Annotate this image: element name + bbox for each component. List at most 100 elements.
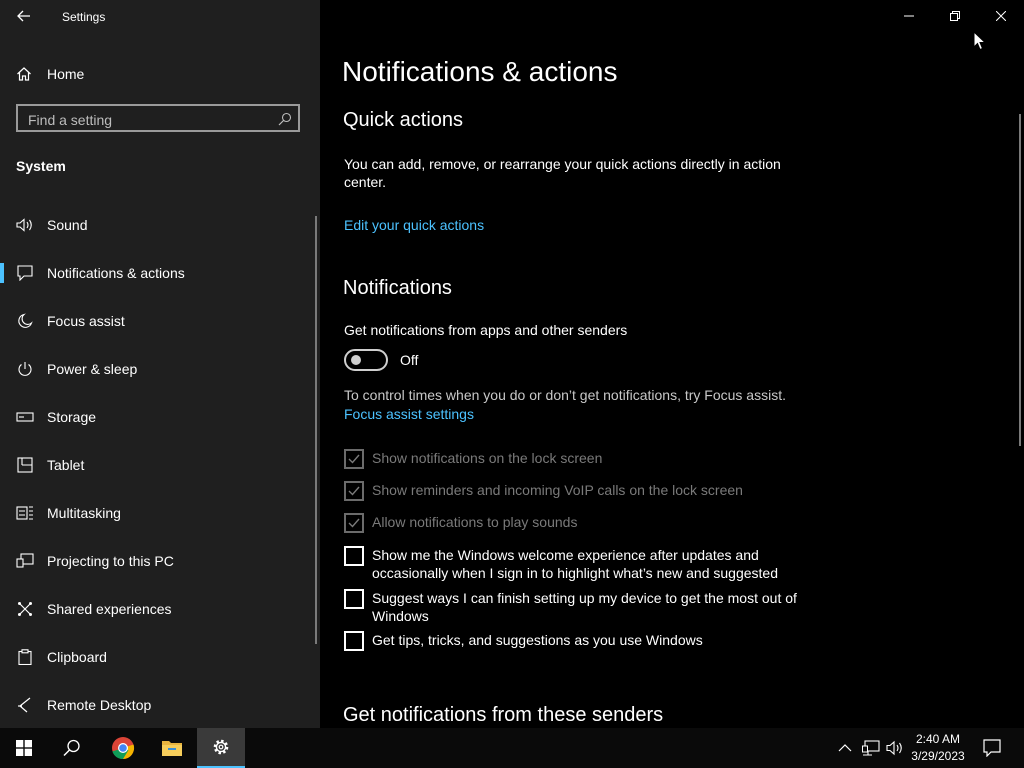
edit-quick-actions-link[interactable]: Edit your quick actions xyxy=(344,217,484,233)
network-icon xyxy=(862,740,880,756)
moon-icon xyxy=(16,313,34,329)
taskbar-clock[interactable]: 2:40 AM 3/29/2023 xyxy=(904,731,972,765)
minimize-icon xyxy=(904,15,914,17)
checkbox[interactable] xyxy=(344,631,364,651)
network-button[interactable] xyxy=(862,740,880,761)
sidebar-item-storage[interactable]: Storage xyxy=(0,397,316,437)
focus-assist-text: To control times when you do or don’t ge… xyxy=(344,387,786,403)
checkbox[interactable] xyxy=(344,546,364,566)
sidebar-item-label: Power & sleep xyxy=(47,361,138,377)
speaker-icon xyxy=(16,217,34,233)
main-content: Notifications & actions Quick actions Yo… xyxy=(320,0,1024,728)
windows-start-icon xyxy=(16,740,32,756)
toggle-knob xyxy=(351,355,361,365)
notifications-toggle[interactable] xyxy=(344,349,388,371)
sidebar-item-label: Projecting to this PC xyxy=(47,553,174,569)
checkmark-icon xyxy=(348,518,360,528)
restore-icon xyxy=(950,11,960,21)
sidebar-item-focus-assist[interactable]: Focus assist xyxy=(0,301,316,341)
checkbox-label: Show reminders and incoming VoIP calls o… xyxy=(372,482,743,498)
sidebar-item-label: Notifications & actions xyxy=(47,265,185,281)
sidebar-item-label: Sound xyxy=(47,217,88,233)
shared-icon xyxy=(16,601,34,617)
close-button[interactable] xyxy=(978,0,1024,32)
checkbox-label: Show notifications on the lock screen xyxy=(372,450,603,466)
sidebar-item-label: Clipboard xyxy=(47,649,107,665)
settings-gear-icon xyxy=(213,739,229,755)
volume-button[interactable] xyxy=(886,740,904,761)
checkbox-label: Suggest ways I can finish setting up my … xyxy=(372,590,797,624)
close-icon xyxy=(996,11,1006,21)
chrome-icon xyxy=(112,737,135,760)
quick-actions-heading: Quick actions xyxy=(343,109,464,131)
active-indicator xyxy=(0,263,4,283)
page-title: Notifications & actions xyxy=(342,56,618,87)
notifications-heading: Notifications xyxy=(343,277,452,299)
clipboard-icon xyxy=(16,649,34,665)
search-box[interactable] xyxy=(16,104,300,132)
sidebar-item-power-sleep[interactable]: Power & sleep xyxy=(0,349,316,389)
sidebar-item-clipboard[interactable]: Clipboard xyxy=(0,637,316,677)
checkbox[interactable] xyxy=(344,589,364,609)
sidebar-item-shared-experiences[interactable]: Shared experiences xyxy=(0,589,316,629)
notifications-toggle-label: Get notifications from apps and other se… xyxy=(344,322,628,338)
sidebar-scrollbar[interactable] xyxy=(315,216,317,644)
restore-button[interactable] xyxy=(932,0,978,32)
sidebar-item-label: Tablet xyxy=(47,457,85,473)
checkbox[interactable] xyxy=(344,449,364,469)
main-scrollbar[interactable] xyxy=(1019,114,1021,446)
action-center-icon xyxy=(983,739,1001,758)
checkmark-icon xyxy=(348,486,360,496)
home-icon xyxy=(16,66,32,87)
taskbar-settings-button[interactable] xyxy=(197,728,245,768)
checkbox-label: Get tips, tricks, and suggestions as you… xyxy=(372,632,703,648)
sidebar-item-label: Multitasking xyxy=(47,505,121,521)
sidebar-item-sound[interactable]: Sound xyxy=(0,205,316,245)
taskbar-chrome-button[interactable] xyxy=(99,728,147,768)
checkmark-icon xyxy=(348,454,360,464)
senders-heading: Get notifications from these senders xyxy=(343,704,664,726)
power-icon xyxy=(16,361,34,377)
clock-time: 2:40 AM xyxy=(915,732,961,746)
search-icon xyxy=(63,739,80,757)
chevron-up-icon xyxy=(838,744,852,752)
storage-icon xyxy=(16,409,34,425)
back-arrow-icon xyxy=(17,10,30,22)
toggle-state-label: Off xyxy=(400,352,419,368)
action-center-button[interactable] xyxy=(983,739,1001,762)
sidebar-item-notifications[interactable]: Notifications & actions xyxy=(0,253,316,293)
quick-actions-description: You can add, remove, or rearrange your q… xyxy=(344,156,781,190)
sidebar-item-label: Storage xyxy=(47,409,97,425)
sidebar-item-label: Focus assist xyxy=(47,313,125,329)
minimize-button[interactable] xyxy=(886,0,932,32)
multitasking-icon xyxy=(16,505,34,521)
mouse-cursor-icon xyxy=(973,31,987,51)
tablet-icon xyxy=(16,457,34,473)
checkbox[interactable] xyxy=(344,513,364,533)
checkbox-label: Show me the Windows welcome experience a… xyxy=(372,547,778,581)
sidebar-section-title: System xyxy=(16,158,66,174)
checkbox-label: Allow notifications to play sounds xyxy=(372,514,578,530)
volume-icon xyxy=(886,740,902,756)
sidebar-item-remote-desktop[interactable]: Remote Desktop xyxy=(0,685,316,725)
sidebar-item-projecting[interactable]: Projecting to this PC xyxy=(0,541,316,581)
sidebar-home-label: Home xyxy=(47,66,85,82)
remote-desktop-icon xyxy=(16,697,34,713)
sidebar-item-label: Remote Desktop xyxy=(47,697,152,713)
show-hidden-icons-button[interactable] xyxy=(838,740,852,758)
search-icon[interactable] xyxy=(278,112,292,131)
focus-assist-settings-link[interactable]: Focus assist settings xyxy=(344,406,474,422)
sidebar-item-tablet[interactable]: Tablet xyxy=(0,445,316,485)
taskbar-search-button[interactable] xyxy=(48,728,96,768)
sidebar-item-multitasking[interactable]: Multitasking xyxy=(0,493,316,533)
sidebar-home[interactable]: Home xyxy=(0,60,320,88)
sidebar-item-label: Shared experiences xyxy=(47,601,172,617)
back-button[interactable] xyxy=(8,4,40,28)
taskbar: 2:40 AM 3/29/2023 xyxy=(0,728,1024,768)
start-button[interactable] xyxy=(0,728,48,768)
search-input[interactable] xyxy=(26,110,270,130)
sidebar: Settings Home System Sound Notifications… xyxy=(0,0,320,728)
checkbox[interactable] xyxy=(344,481,364,501)
taskbar-file-explorer-button[interactable] xyxy=(148,728,196,768)
projector-icon xyxy=(16,553,34,569)
